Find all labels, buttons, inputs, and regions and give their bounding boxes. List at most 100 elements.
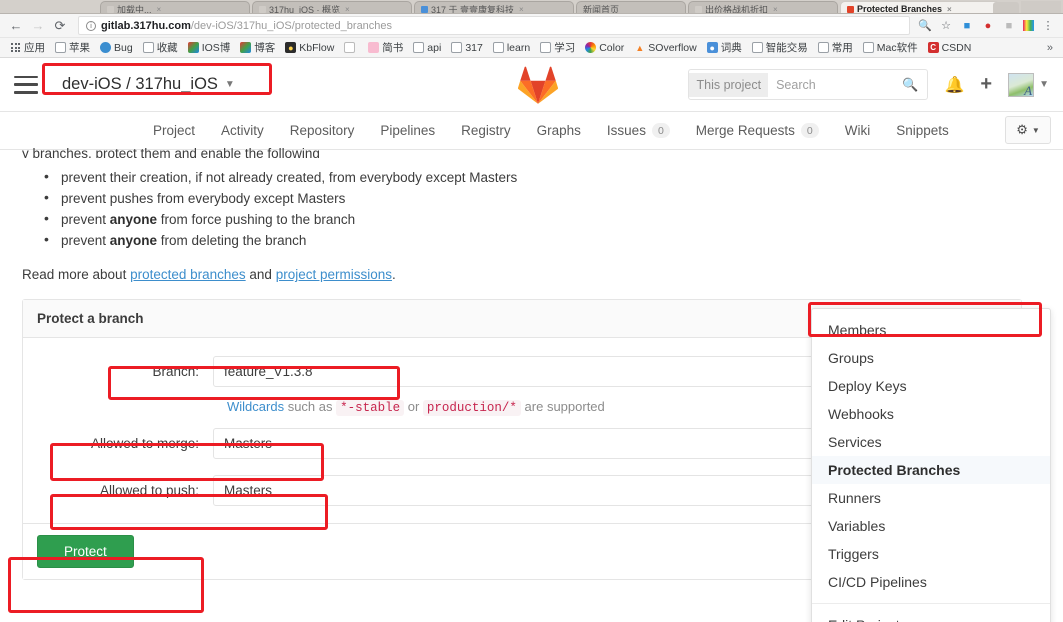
dropdown-item-deploy-keys[interactable]: Deploy Keys [812,372,1050,400]
bookmark-label: 博客 [254,42,276,54]
bookmark-apps[interactable]: 应用 [6,39,49,56]
folder-icon [862,42,874,53]
stackoverflow-icon: ▲ [635,42,645,53]
project-permissions-link[interactable]: project permissions [276,267,392,282]
dropdown-item-cicd-pipelines[interactable]: CI/CD Pipelines [812,568,1050,596]
browser-menu-icon[interactable]: ⋮ [1041,19,1055,33]
bookmarks-overflow-icon[interactable]: » [1047,42,1057,54]
tab-close-icon[interactable]: × [773,5,778,14]
bookmark-item[interactable]: Color [581,41,628,55]
search-icon[interactable]: 🔍 [902,77,927,93]
browser-tab[interactable]: 出价格战机折扣 × [688,1,838,14]
bookmark-item[interactable]: 收藏 [139,39,182,56]
bullet-text: prevent [61,233,110,248]
bookmark-item[interactable]: ● KbFlow [281,41,338,55]
wildcards-link[interactable]: Wildcards [227,399,284,414]
reload-icon[interactable]: ⟳ [50,16,70,36]
bookmark-item[interactable]: Mac软件 [859,39,922,56]
browser-tab[interactable]: 新闻首页 [576,1,686,13]
nav-item-graphs[interactable]: Graphs [524,123,594,138]
site-info-icon[interactable]: i [86,20,96,31]
project-switcher[interactable]: dev-iOS / 317hu_iOS ▼ [50,68,247,101]
dropdown-item-webhooks[interactable]: Webhooks [812,400,1050,428]
tab-close-icon[interactable]: × [519,5,524,14]
bookmark-item[interactable]: IOS博 [184,39,235,56]
browser-tab[interactable]: 317 于 壹壹康复科技 × [414,1,574,14]
bookmark-item[interactable]: ▲ SOverflow [630,41,700,55]
extension-rainbow-icon[interactable] [1023,20,1034,31]
extension-blue-icon[interactable]: ■ [960,19,974,33]
tab-close-icon[interactable]: × [947,5,952,14]
bookmark-item[interactable]: 简书 [364,39,407,56]
add-new-icon[interactable]: + [980,73,992,96]
dropdown-item-members[interactable]: Members [812,316,1050,344]
bookmark-item[interactable]: C CSDN [924,41,976,55]
browser-tab[interactable]: 317hu_iOS · 概览 × [252,1,412,14]
dropdown-item-services[interactable]: Services [812,428,1050,456]
bookmark-item[interactable]: 博客 [236,39,279,56]
extension-gray-icon[interactable]: ■ [1002,19,1016,33]
bookmark-item[interactable]: ● 词典 [703,39,746,56]
hint-such-as: such as [284,399,337,414]
colorful-icon [240,42,252,53]
star-icon[interactable]: ☆ [939,19,953,33]
bookmark-item[interactable]: 常用 [814,39,857,56]
user-menu[interactable]: ▼ [1008,72,1049,97]
forward-icon[interactable]: → [28,16,48,36]
bookmark-item[interactable]: 智能交易 [748,39,812,56]
bookmark-label: 苹果 [69,42,90,54]
browser-tab[interactable]: 加载中... × [100,1,250,14]
project-settings-button[interactable]: ⚙ ▼ [1005,116,1051,144]
dropdown-item-runners[interactable]: Runners [812,484,1050,512]
nav-label: Activity [221,123,264,138]
bookmark-label: Mac软件 [876,42,918,54]
new-tab-button[interactable] [993,2,1019,13]
nav-item-merge-requests[interactable]: Merge Requests 0 [683,123,832,138]
tab-close-icon[interactable]: × [157,5,162,14]
search-scope-chip[interactable]: This project [689,72,769,97]
gear-icon: ⚙ [1016,122,1028,137]
nav-item-pipelines[interactable]: Pipelines [367,123,448,138]
nav-item-snippets[interactable]: Snippets [883,123,962,138]
zoom-icon[interactable]: 🔍 [918,19,932,33]
list-item: prevent pushes from everybody except Mas… [44,187,1041,209]
intro-clipped-text: y branches, protect them and enable the … [22,146,320,158]
dropdown-item-protected-branches[interactable]: Protected Branches [812,456,1050,484]
notifications-bell-icon[interactable]: 🔔 [944,75,964,95]
dropdown-item-triggers[interactable]: Triggers [812,540,1050,568]
bookmark-item[interactable] [340,41,362,54]
folder-icon [751,42,763,53]
protected-branches-link[interactable]: protected branches [130,267,246,282]
bullet-text-post: from deleting the branch [157,233,307,248]
nav-label: Pipelines [380,123,436,138]
bookmark-item[interactable]: 317 [447,41,487,55]
browser-tab-active[interactable]: Protected Branches × [840,1,1000,14]
protect-button[interactable]: Protect [37,535,134,568]
bookmark-item[interactable]: learn [489,41,534,55]
dropdown-item-edit-project[interactable]: Edit Project [812,611,1050,622]
url-path: /dev-iOS/317hu_iOS/protected_branches [190,19,393,32]
search-input[interactable]: This project Search 🔍 [688,69,929,100]
nav-item-project[interactable]: Project [140,123,208,138]
nav-item-repository[interactable]: Repository [277,123,368,138]
project-title[interactable]: dev-iOS / 317hu_iOS ▼ [50,68,247,101]
bookmark-item[interactable]: Bug [96,41,137,55]
dropdown-item-groups[interactable]: Groups [812,344,1050,372]
dropdown-item-variables[interactable]: Variables [812,512,1050,540]
bookmark-item[interactable]: api [409,41,445,55]
address-bar[interactable]: i gitlab.317hu.com/dev-iOS/317hu_iOS/pro… [78,16,910,35]
nav-item-activity[interactable]: Activity [208,123,277,138]
nav-item-wiki[interactable]: Wiki [832,123,884,138]
bookmark-item[interactable]: 学习 [536,39,579,56]
window-controls[interactable] [1021,1,1061,13]
nav-item-issues[interactable]: Issues 0 [594,123,683,138]
folder-icon [142,42,154,53]
nav-label: Registry [461,123,511,138]
bookmark-label: 收藏 [156,42,178,54]
hamburger-menu-icon[interactable] [14,75,38,94]
tab-close-icon[interactable]: × [345,5,350,14]
bookmark-item[interactable]: 苹果 [51,39,94,56]
back-icon[interactable]: ← [6,16,26,36]
nav-item-registry[interactable]: Registry [448,123,524,138]
adblock-icon[interactable]: ● [981,19,995,33]
